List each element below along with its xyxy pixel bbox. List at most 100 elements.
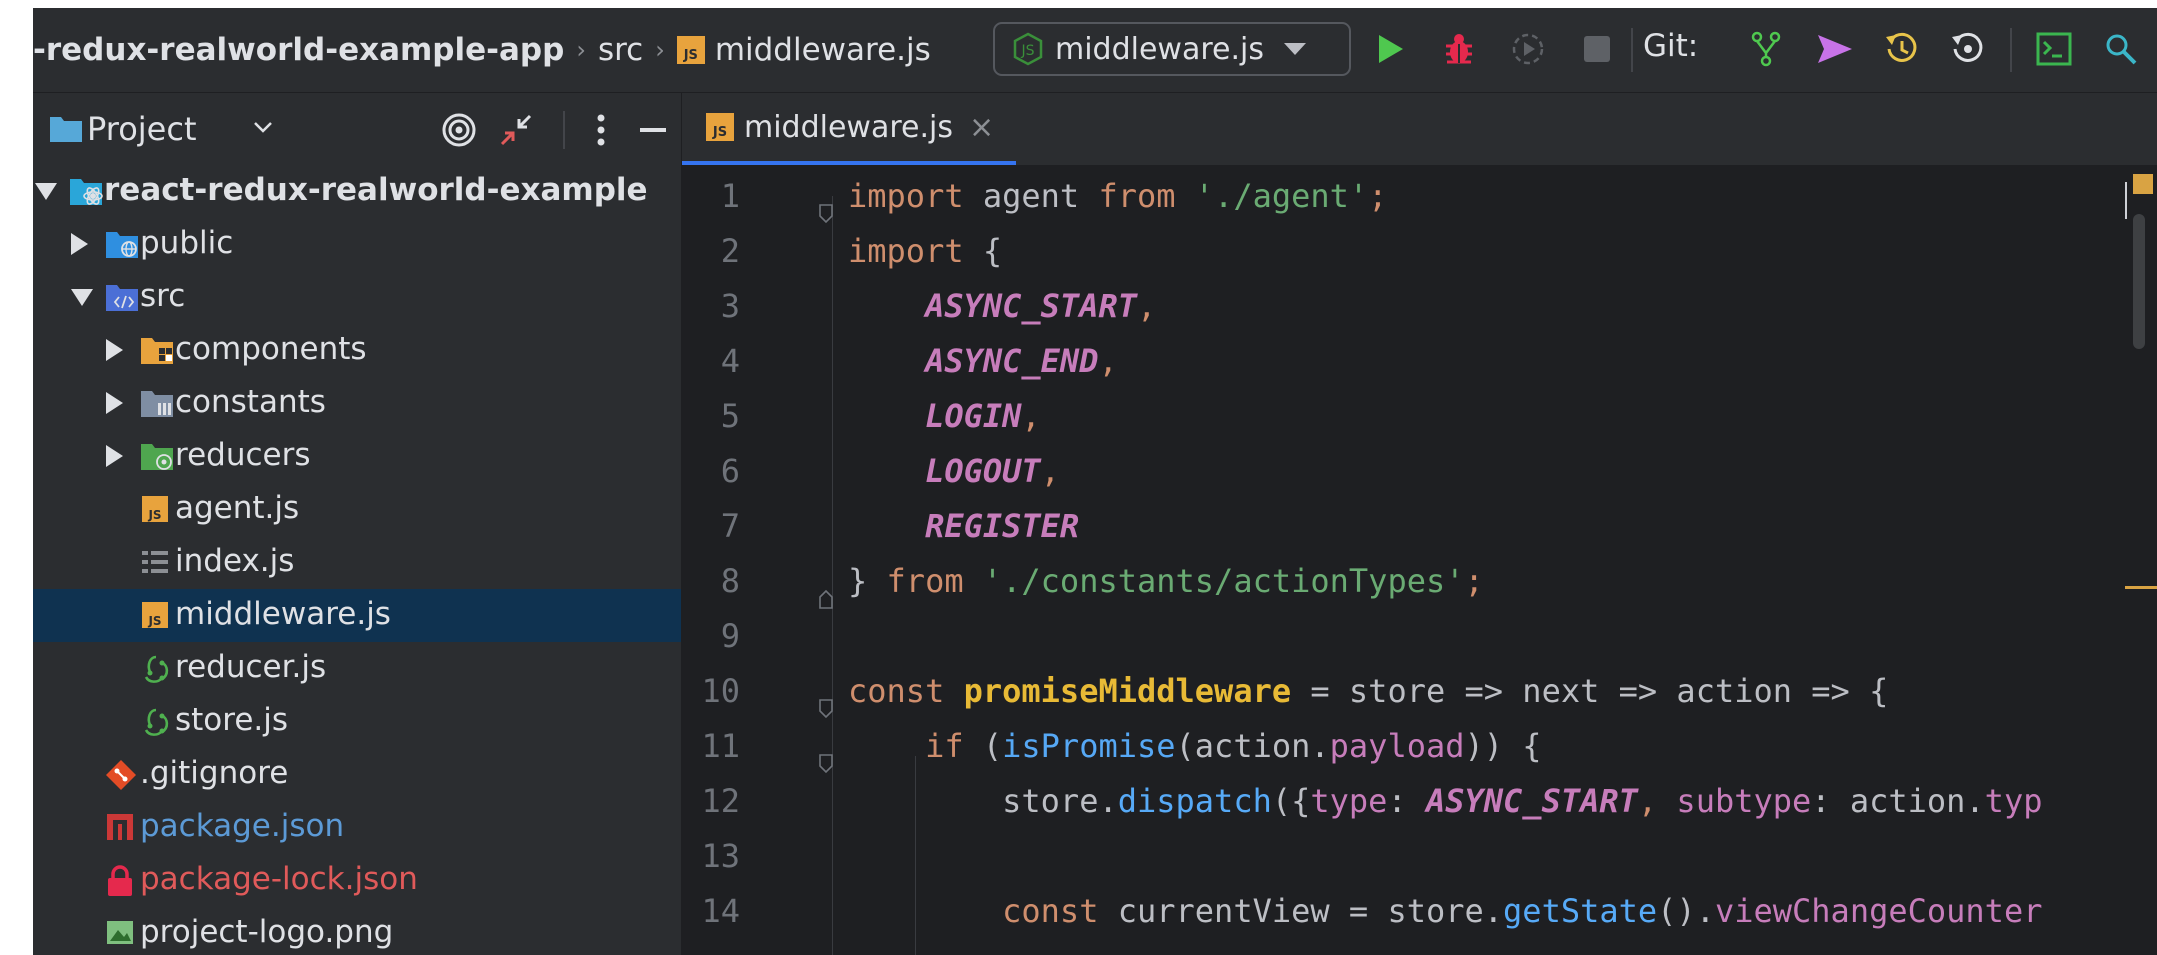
target-icon [442, 113, 476, 147]
stop-button[interactable] [1570, 22, 1624, 76]
tree-item[interactable]: JS middleware.js [33, 589, 681, 642]
code-line[interactable]: 4 ASYNC_END, [682, 334, 2157, 389]
tree-item[interactable]: constants [33, 377, 681, 430]
collapsed-arrow-icon[interactable] [71, 233, 88, 255]
locate-file-button[interactable] [436, 107, 482, 153]
error-stripe-marker[interactable] [2125, 586, 2157, 589]
collapsed-arrow-icon[interactable] [106, 445, 123, 467]
code-text: import agent from './agent'; [848, 169, 1387, 224]
collapse-all-button[interactable] [493, 107, 539, 153]
code-line[interactable]: 7 REGISTER [682, 499, 2157, 554]
tree-item[interactable]: project-logo.png [33, 907, 681, 955]
tab-middleware-js[interactable]: JS middleware.js × [682, 93, 1017, 165]
code-token: } [848, 562, 887, 600]
code-line[interactable]: 9 [682, 609, 2157, 664]
fold-marker-icon[interactable] [819, 736, 833, 774]
tree-item[interactable]: reducer.js [33, 642, 681, 695]
tree-item[interactable]: components [33, 324, 681, 377]
svg-text:JS: JS [147, 614, 161, 628]
project-view-selector[interactable]: Project [87, 110, 196, 148]
tree-item[interactable]: reducers [33, 430, 681, 483]
expanded-arrow-icon[interactable] [71, 289, 93, 306]
js-file-icon: JS [140, 494, 172, 524]
search-icon [2106, 34, 2137, 65]
tree-item[interactable]: JS agent.js [33, 483, 681, 536]
code-token: const [1002, 892, 1099, 930]
code-line[interactable]: 1 import agent from './agent'; [682, 169, 2157, 224]
search-everywhere-button[interactable] [2094, 22, 2148, 76]
react-project-folder-icon [69, 176, 103, 206]
hide-panel-button[interactable] [630, 107, 676, 153]
fold-marker-icon[interactable] [819, 186, 833, 224]
chevron-down-icon[interactable] [251, 115, 275, 139]
panel-options-button[interactable] [578, 107, 624, 153]
code-line[interactable]: 6 LOGOUT, [682, 444, 2157, 499]
attach-debugger-icon [1512, 33, 1544, 65]
attach-debugger-button[interactable] [1501, 22, 1555, 76]
git-branches-button[interactable] [1739, 22, 1793, 76]
run-button[interactable] [1363, 22, 1417, 76]
code-token: ASYNC_END [925, 342, 1099, 380]
warning-marker-icon[interactable] [2133, 174, 2153, 194]
debug-button[interactable] [1432, 22, 1486, 76]
expanded-arrow-icon[interactable] [35, 183, 57, 200]
constants-folder-icon [140, 388, 173, 418]
code-text: store.dispatch({type: ASYNC_START, subty… [848, 774, 2042, 829]
line-number: 5 [720, 397, 740, 435]
git-history-button[interactable] [1875, 22, 1929, 76]
code-line[interactable]: 11 if (isPromise(action.payload)) { [682, 719, 2157, 774]
code-text: import { [848, 224, 1002, 279]
code-line[interactable]: 14 const currentView = store.getState().… [682, 884, 2157, 939]
breadcrumb-project[interactable]: -redux-realworld-example-app [33, 32, 564, 68]
git-ignore-icon [105, 759, 137, 790]
code-token: import [848, 232, 964, 270]
folder-icon [50, 117, 82, 142]
terminal-button[interactable] [2027, 22, 2081, 76]
breadcrumb-folder[interactable]: src [598, 32, 643, 68]
close-icon[interactable]: × [969, 110, 994, 145]
run-configuration-selector[interactable]: JS middleware.js [993, 22, 1351, 76]
tree-item[interactable]: package.json [33, 801, 681, 854]
tree-item-label: store.js [175, 702, 289, 738]
breadcrumb-file[interactable]: middleware.js [715, 32, 931, 68]
git-branch-icon [1751, 31, 1781, 67]
code-line[interactable]: 10 const promiseMiddleware = store => nex… [682, 664, 2157, 719]
code-token: isPromise [1002, 727, 1176, 765]
project-tree: react-redux-realworld-example public src co… [33, 165, 681, 955]
code-line[interactable]: 13 [682, 829, 2157, 884]
collapsed-arrow-icon[interactable] [106, 339, 123, 361]
fold-marker-icon[interactable] [819, 571, 833, 609]
git-rollback-button[interactable] [1941, 22, 1995, 76]
line-number: 8 [720, 562, 740, 600]
tree-item-label: reducers [175, 437, 311, 473]
svg-text:JS: JS [147, 508, 161, 522]
breadcrumb-separator-icon: › [576, 36, 586, 64]
tree-item[interactable]: .gitignore [33, 748, 681, 801]
code-line[interactable]: 5 LOGIN, [682, 389, 2157, 444]
tree-item[interactable]: public [33, 218, 681, 271]
breadcrumb-separator-icon: › [655, 36, 665, 64]
code-area[interactable]: 1 import agent from './agent'; 2 import {3 … [682, 166, 2157, 955]
code-line[interactable]: 8} from './constants/actionTypes'; [682, 554, 2157, 609]
code-line[interactable]: 12 store.dispatch({type: ASYNC_START, su… [682, 774, 2157, 829]
minimize-icon [640, 128, 666, 132]
tree-item[interactable]: index.js [33, 536, 681, 589]
git-push-button[interactable] [1808, 22, 1862, 76]
tree-item[interactable]: src [33, 271, 681, 324]
tree-item[interactable]: store.js [33, 695, 681, 748]
code-line[interactable]: 2 import { [682, 224, 2157, 279]
vertical-scrollbar[interactable] [2133, 214, 2145, 349]
fold-marker-icon[interactable] [819, 681, 833, 719]
code-line[interactable]: 3 ASYNC_START, [682, 279, 2157, 334]
code-token: payload [1329, 727, 1465, 765]
tree-item[interactable]: package-lock.json [33, 854, 681, 907]
lock-icon [105, 865, 137, 896]
tree-item-label: package-lock.json [140, 861, 418, 897]
line-number: 6 [720, 452, 740, 490]
code-token: currentView = store. [1098, 892, 1504, 930]
collapsed-arrow-icon[interactable] [106, 392, 123, 414]
tree-item[interactable]: react-redux-realworld-example [33, 165, 681, 218]
